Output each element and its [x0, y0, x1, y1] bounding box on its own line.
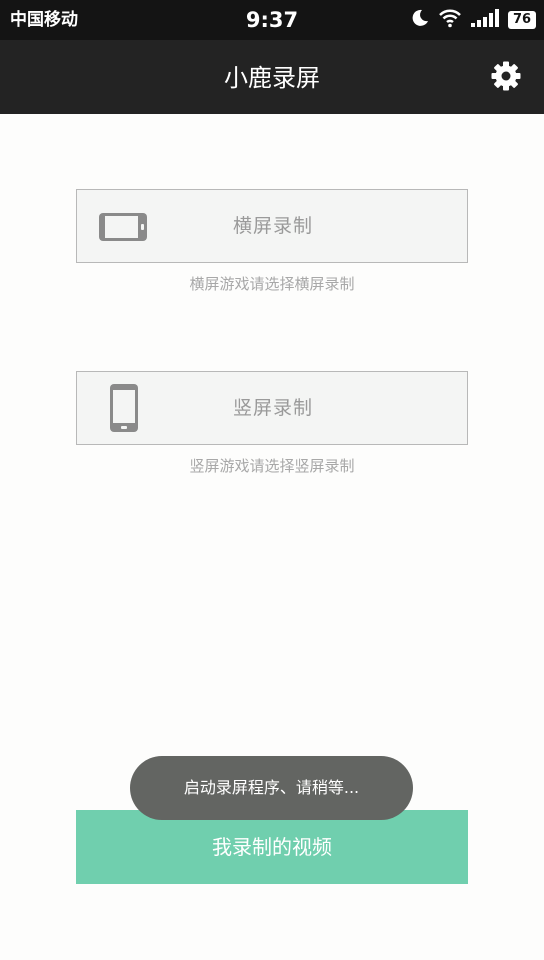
status-icons: 76: [402, 7, 536, 33]
settings-button[interactable]: [486, 58, 526, 98]
toast-message: 启动录屏程序、请稍等...: [130, 756, 413, 820]
status-bar: 中国移动 9:37 76: [0, 0, 544, 40]
landscape-hint: 横屏游戏请选择横屏录制: [189, 275, 355, 293]
moon-icon: [410, 8, 430, 32]
phone-portrait-icon: [109, 383, 139, 433]
my-videos-button[interactable]: 我录制的视频: [76, 810, 468, 884]
battery-icon: 76: [508, 11, 536, 29]
landscape-record-button[interactable]: 横屏录制: [76, 189, 468, 263]
portrait-hint: 竖屏游戏请选择竖屏录制: [189, 457, 355, 475]
wifi-icon: [438, 8, 462, 32]
page-title: 小鹿录屏: [224, 64, 320, 92]
portrait-record-button[interactable]: 竖屏录制: [76, 371, 468, 445]
gear-icon: [490, 60, 522, 96]
signal-icon: [470, 8, 500, 32]
phone-landscape-icon: [97, 212, 149, 242]
portrait-record-label: 竖屏录制: [232, 397, 313, 419]
landscape-record-label: 横屏录制: [232, 215, 313, 237]
title-bar: 小鹿录屏: [0, 40, 544, 114]
